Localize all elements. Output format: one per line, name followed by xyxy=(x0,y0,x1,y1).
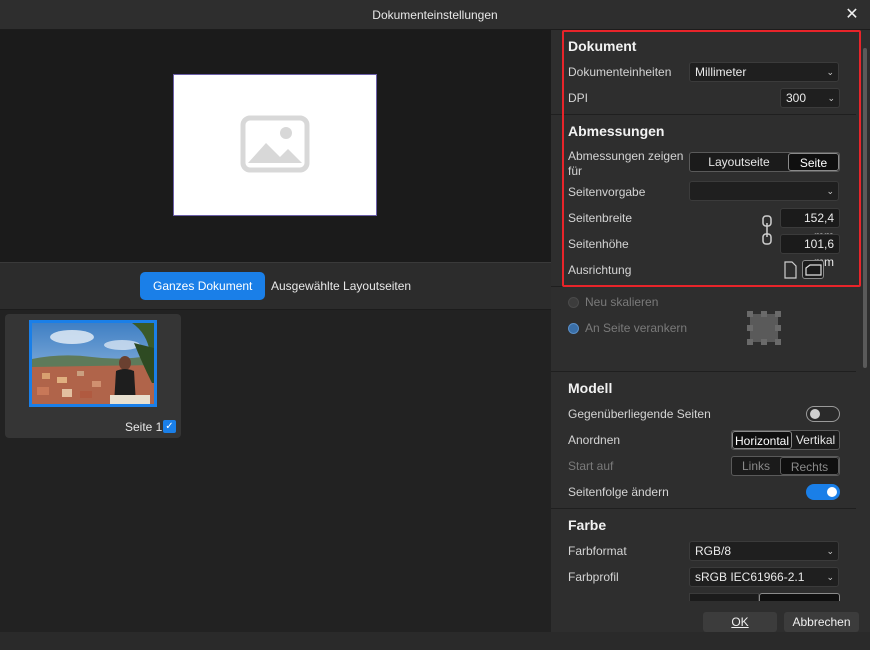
divider xyxy=(551,286,856,287)
height-label: Seitenhöhe xyxy=(568,237,629,251)
units-select[interactable]: Millimeter ⌄ xyxy=(689,62,839,82)
arrange-label: Anordnen xyxy=(568,433,621,447)
cancel-button[interactable]: Abbrechen xyxy=(784,612,859,632)
left-pane: Ganzes Dokument Ausgewählte Layoutseiten xyxy=(0,30,551,632)
anchor-grid[interactable] xyxy=(747,311,781,345)
rescale-label: Neu skalieren xyxy=(585,295,659,309)
color-format-label: Farbformat xyxy=(568,544,627,558)
divider xyxy=(551,371,856,372)
window-title: Dokumenteinstellungen xyxy=(372,8,498,22)
dpi-select[interactable]: 300 ⌄ xyxy=(780,88,840,108)
color-section-title: Farbe xyxy=(568,517,607,533)
page-order-toggle[interactable] xyxy=(806,484,840,500)
landscape-option[interactable] xyxy=(802,260,824,279)
thumbnail-label: Seite 1 xyxy=(125,420,163,434)
arrange-vertical-option[interactable]: Vertikal xyxy=(792,431,839,449)
chevron-down-icon: ⌄ xyxy=(826,186,834,196)
dimensions-section-title: Abmessungen xyxy=(568,123,665,139)
facing-pages-label: Gegenüberliegende Seiten xyxy=(568,407,711,421)
page-order-label: Seitenfolge ändern xyxy=(568,485,669,499)
landscape-icon xyxy=(805,264,822,276)
image-placeholder-icon xyxy=(240,115,310,173)
facing-pages-toggle[interactable] xyxy=(806,406,840,422)
selected-spreads-button[interactable]: Ausgewählte Layoutseiten xyxy=(258,272,424,300)
chevron-down-icon: ⌄ xyxy=(826,546,834,556)
divider xyxy=(551,114,856,115)
arrange-horizontal-option[interactable]: Horizontal xyxy=(732,431,792,449)
title-bar: Dokumenteinstellungen ✕ xyxy=(0,0,870,30)
preset-select[interactable]: ⌄ xyxy=(689,181,839,201)
dpi-label: DPI xyxy=(568,91,589,105)
preset-label: Seitenvorgabe xyxy=(568,185,646,199)
show-for-spread-option[interactable]: Layoutseite xyxy=(690,153,788,171)
anchor-label: An Seite verankern xyxy=(585,321,688,335)
color-format-select[interactable]: RGB/8 ⌄ xyxy=(689,541,839,561)
preview-page xyxy=(173,74,377,216)
chevron-down-icon: ⌄ xyxy=(827,93,835,103)
units-label: Dokumenteinheiten xyxy=(568,65,672,79)
dialog-footer xyxy=(0,632,870,650)
cut-off-control xyxy=(689,593,759,601)
link-icon[interactable] xyxy=(760,214,774,246)
show-for-toggle: Layoutseite Seite xyxy=(689,152,840,172)
width-field[interactable]: 152,4 mm xyxy=(780,208,840,243)
panel-scrollbar[interactable] xyxy=(863,48,867,368)
settings-panel: Dokument Dokumenteinheiten Millimeter ⌄ … xyxy=(551,30,870,632)
document-section-title: Dokument xyxy=(568,38,637,54)
arrange-toggle: Horizontal Vertikal xyxy=(731,430,840,450)
chevron-down-icon: ⌄ xyxy=(826,67,834,77)
start-on-toggle: Links Rechts xyxy=(731,456,840,476)
chevron-down-icon: ⌄ xyxy=(826,572,834,582)
orientation-label: Ausrichtung xyxy=(568,263,632,277)
model-section-title: Modell xyxy=(568,380,613,396)
view-toggle-bar: Ganzes Dokument Ausgewählte Layoutseiten xyxy=(0,262,551,310)
show-for-page-option[interactable]: Seite xyxy=(788,153,839,171)
close-icon[interactable]: ✕ xyxy=(842,5,862,25)
thumbnail-area: Seite 1 ✓ xyxy=(0,310,551,632)
page-thumbnail[interactable]: Seite 1 ✓ xyxy=(5,314,181,438)
cut-off-control xyxy=(759,593,840,601)
start-left-option[interactable]: Links xyxy=(732,457,780,475)
width-label: Seitenbreite xyxy=(568,211,633,225)
color-profile-select[interactable]: sRGB IEC61966-2.1 ⌄ xyxy=(689,567,839,587)
start-on-label: Start auf xyxy=(568,459,614,473)
portrait-icon[interactable] xyxy=(782,261,798,279)
height-field[interactable]: 101,6 mm xyxy=(780,234,840,269)
ok-button[interactable]: OK xyxy=(703,612,777,632)
color-profile-label: Farbprofil xyxy=(568,570,619,584)
page-preview xyxy=(0,30,551,262)
thumbnail-checkbox[interactable]: ✓ xyxy=(163,420,176,433)
start-right-option[interactable]: Rechts xyxy=(780,457,839,475)
anchor-radio[interactable] xyxy=(568,323,579,334)
divider xyxy=(551,508,856,509)
rescale-radio[interactable] xyxy=(568,297,579,308)
show-for-label: Abmessungen zeigen für xyxy=(568,149,684,178)
thumbnail-image xyxy=(29,320,157,407)
whole-document-button[interactable]: Ganzes Dokument xyxy=(140,272,266,300)
